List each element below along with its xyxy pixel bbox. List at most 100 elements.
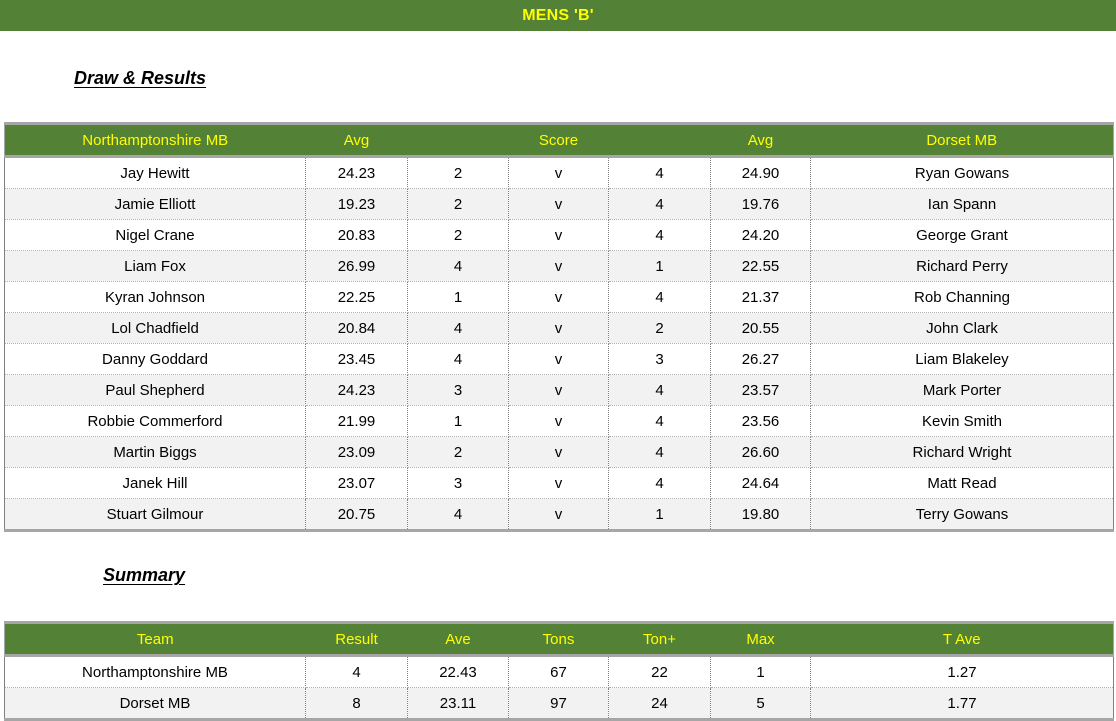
draw-cell-away-player: Matt Read: [810, 467, 1114, 499]
draw-cell-home-player: Martin Biggs: [4, 436, 306, 468]
draw-cell-away-player: George Grant: [810, 219, 1114, 251]
draw-cell-away-score: 1: [608, 250, 711, 282]
draw-cell-home-avg: 20.75: [305, 498, 408, 532]
draw-cell-away-score: 1: [608, 498, 711, 532]
summary-column-header-result: Result: [305, 621, 408, 657]
summary-cell-ave: 23.11: [407, 687, 509, 721]
draw-cell-v: v: [508, 250, 609, 282]
draw-cell-home-player: Jamie Elliott: [4, 188, 306, 220]
table-row: Paul Shepherd 24.23 3 v 4 23.57 Mark Porter: [4, 374, 1114, 406]
draw-cell-away-score: 3: [608, 343, 711, 375]
draw-cell-away-score: 4: [608, 436, 711, 468]
summary-cell-max: 5: [710, 687, 811, 721]
summary-body: Northamptonshire MB 4 22.43 67 22 1 1.27 Dorset…: [4, 655, 1114, 721]
draw-cell-away-avg: 24.64: [710, 467, 811, 499]
draw-cell-v: v: [508, 188, 609, 220]
draw-cell-home-avg: 22.25: [305, 281, 408, 313]
draw-cell-away-score: 4: [608, 219, 711, 251]
summary-cell-max: 1: [710, 655, 811, 688]
draw-cell-away-score: 4: [608, 188, 711, 220]
draw-cell-home-avg: 21.99: [305, 405, 408, 437]
draw-cell-home-score: 2: [407, 219, 509, 251]
draw-cell-home-player: Liam Fox: [4, 250, 306, 282]
summary-cell-team: Northamptonshire MB: [4, 655, 306, 688]
column-header-away-avg: Avg: [710, 122, 811, 158]
table-row: Northamptonshire MB 4 22.43 67 22 1 1.27: [4, 655, 1114, 688]
draw-cell-away-avg: 26.27: [710, 343, 811, 375]
draw-results-heading: Draw & Results: [74, 68, 207, 88]
draw-cell-home-score: 4: [407, 312, 509, 344]
summary-table-wrapper: Team Result Ave Tons Ton+ Max T Ave Nort…: [4, 621, 1114, 721]
summary-cell-team: Dorset MB: [4, 687, 306, 721]
draw-cell-away-player: Ian Spann: [810, 188, 1114, 220]
draw-cell-away-avg: 22.55: [710, 250, 811, 282]
table-row: Danny Goddard 23.45 4 v 3 26.27 Liam Blakeley: [4, 343, 1114, 375]
column-header-home-team: Northamptonshire MB: [4, 122, 306, 158]
draw-results-table: Northamptonshire MB Avg Score Avg Dorset…: [4, 122, 1114, 532]
draw-cell-away-score: 4: [608, 405, 711, 437]
summary-column-header-ave: Ave: [407, 621, 509, 657]
summary-cell-tons: 67: [508, 655, 609, 688]
table-row: Dorset MB 8 23.11 97 24 5 1.77: [4, 687, 1114, 721]
table-row: Nigel Crane 20.83 2 v 4 24.20 George Grant: [4, 219, 1114, 251]
summary-heading: Summary: [103, 565, 186, 585]
draw-cell-away-avg: 20.55: [710, 312, 811, 344]
summary-cell-ton-plus: 22: [608, 655, 711, 688]
summary-cell-ave: 22.43: [407, 655, 509, 688]
draw-cell-v: v: [508, 436, 609, 468]
summary-column-header-team: Team: [4, 621, 306, 657]
draw-cell-home-avg: 20.83: [305, 219, 408, 251]
draw-cell-home-avg: 19.23: [305, 188, 408, 220]
draw-cell-home-player: Nigel Crane: [4, 219, 306, 251]
draw-cell-v: v: [508, 156, 609, 189]
draw-cell-v: v: [508, 219, 609, 251]
draw-cell-home-player: Stuart Gilmour: [4, 498, 306, 532]
draw-cell-home-player: Robbie Commerford: [4, 405, 306, 437]
draw-cell-home-score: 2: [407, 156, 509, 189]
draw-cell-away-score: 4: [608, 467, 711, 499]
draw-cell-v: v: [508, 312, 609, 344]
draw-cell-home-avg: 23.07: [305, 467, 408, 499]
draw-cell-home-score: 3: [407, 374, 509, 406]
summary-cell-result: 8: [305, 687, 408, 721]
page-banner: MENS 'B': [0, 0, 1116, 31]
table-row: Liam Fox 26.99 4 v 1 22.55 Richard Perry: [4, 250, 1114, 282]
draw-cell-v: v: [508, 405, 609, 437]
summary-column-header-tons: Tons: [508, 621, 609, 657]
summary-table: Team Result Ave Tons Ton+ Max T Ave Nort…: [4, 621, 1114, 721]
draw-cell-v: v: [508, 467, 609, 499]
draw-cell-away-avg: 24.90: [710, 156, 811, 189]
draw-cell-away-avg: 19.80: [710, 498, 811, 532]
summary-header-row: Team Result Ave Tons Ton+ Max T Ave: [4, 621, 1114, 657]
draw-cell-home-avg: 26.99: [305, 250, 408, 282]
draw-cell-v: v: [508, 374, 609, 406]
table-row: Stuart Gilmour 20.75 4 v 1 19.80 Terry Gowans: [4, 498, 1114, 532]
draw-cell-home-score: 1: [407, 405, 509, 437]
draw-cell-away-avg: 21.37: [710, 281, 811, 313]
table-row: Kyran Johnson 22.25 1 v 4 21.37 Rob Channing: [4, 281, 1114, 313]
draw-cell-away-player: Rob Channing: [810, 281, 1114, 313]
draw-cell-away-score: 4: [608, 156, 711, 189]
draw-cell-away-score: 4: [608, 281, 711, 313]
draw-cell-away-score: 2: [608, 312, 711, 344]
summary-cell-t-ave: 1.77: [810, 687, 1114, 721]
column-header-away-team: Dorset MB: [810, 122, 1114, 158]
table-row: Janek Hill 23.07 3 v 4 24.64 Matt Read: [4, 467, 1114, 499]
table-row: Jay Hewitt 24.23 2 v 4 24.90 Ryan Gowans: [4, 156, 1114, 189]
table-row: Martin Biggs 23.09 2 v 4 26.60 Richard Wright: [4, 436, 1114, 468]
draw-cell-home-player: Jay Hewitt: [4, 156, 306, 189]
draw-results-header-row: Northamptonshire MB Avg Score Avg Dorset…: [4, 122, 1114, 158]
draw-cell-v: v: [508, 343, 609, 375]
summary-column-header-max: Max: [710, 621, 811, 657]
draw-cell-home-player: Kyran Johnson: [4, 281, 306, 313]
draw-cell-away-avg: 19.76: [710, 188, 811, 220]
summary-cell-result: 4: [305, 655, 408, 688]
column-header-score: Score: [508, 122, 609, 158]
draw-cell-away-player: Mark Porter: [810, 374, 1114, 406]
summary-column-header-tave: T Ave: [810, 621, 1114, 657]
draw-results-table-wrapper: Northamptonshire MB Avg Score Avg Dorset…: [4, 122, 1114, 532]
draw-cell-home-player: Janek Hill: [4, 467, 306, 499]
draw-cell-away-player: Richard Perry: [810, 250, 1114, 282]
draw-cell-home-avg: 23.45: [305, 343, 408, 375]
draw-cell-home-score: 2: [407, 188, 509, 220]
